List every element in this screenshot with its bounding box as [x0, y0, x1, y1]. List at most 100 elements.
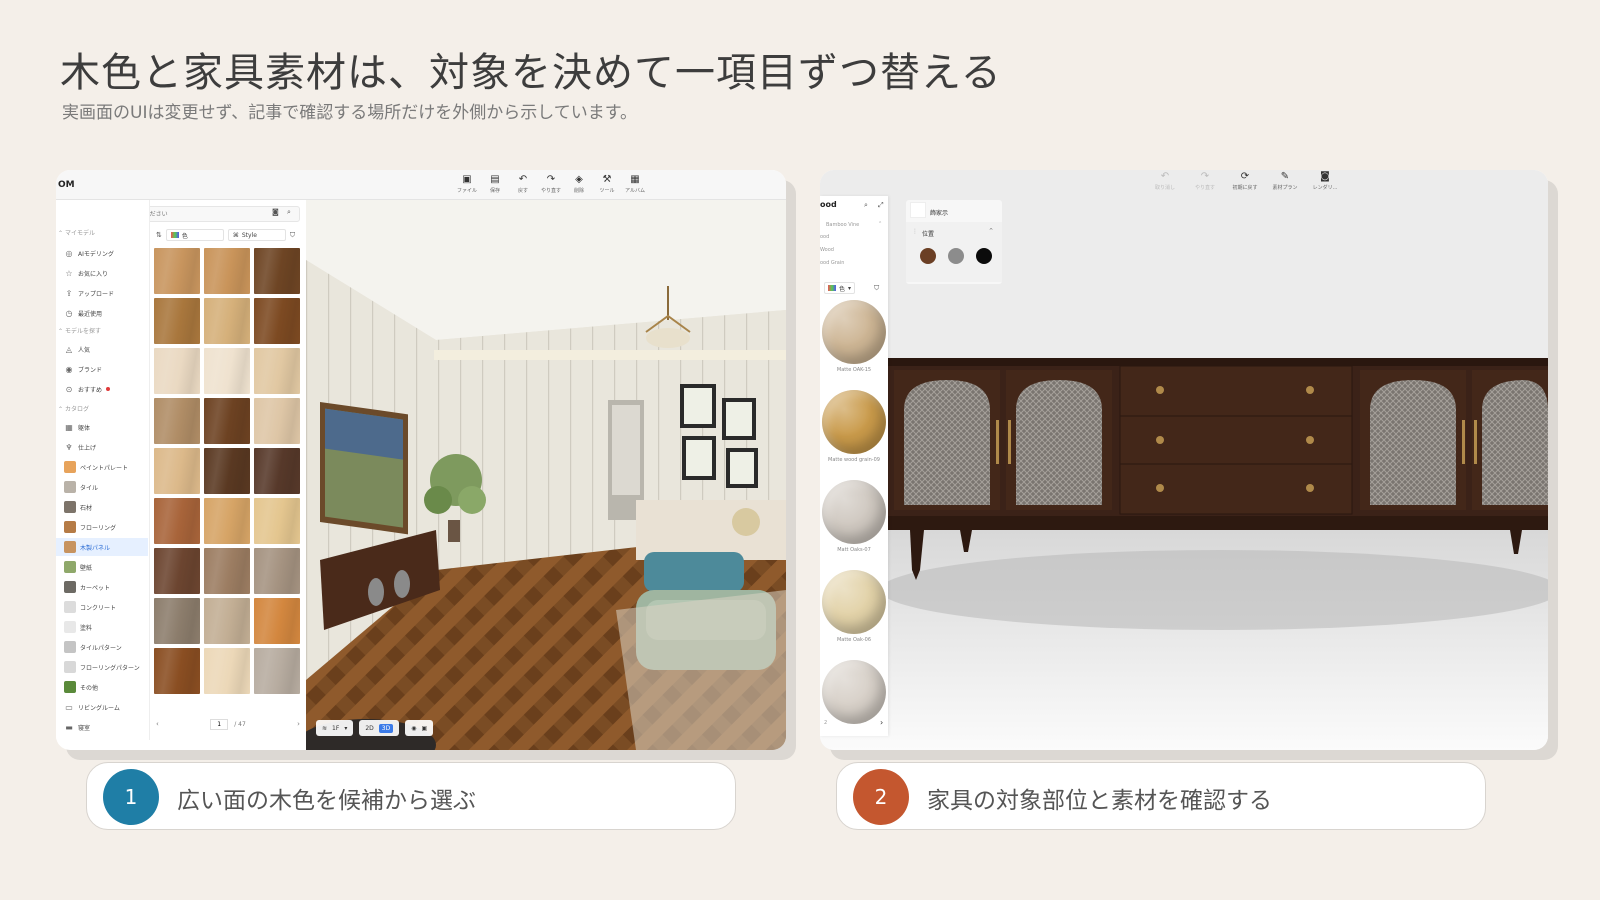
floor-selector[interactable]: ≋ 1F ▾	[316, 720, 354, 736]
wood-swatch[interactable]	[204, 298, 250, 344]
category-wood-grain[interactable]: ood Grain	[820, 260, 844, 266]
sidebar-item-catalog_items-15[interactable]: ▬ 寝室	[56, 718, 148, 736]
wood-swatch[interactable]	[154, 598, 200, 644]
file-button[interactable]: ▣ ファイル	[456, 173, 478, 194]
sidebar-item-my_model_items-0[interactable]: ◎ AIモデリング	[56, 244, 148, 262]
sidebar-item-catalog_items-0[interactable]: ▦ 躯体	[56, 418, 148, 436]
view-mode-toggle[interactable]: 2D 3D	[359, 720, 400, 736]
wood-swatch[interactable]	[254, 298, 300, 344]
save-button[interactable]: ▤ 保存	[484, 173, 506, 194]
sidebar-item-catalog_items-8[interactable]: カーペット	[56, 578, 148, 596]
undo-button[interactable]: ↶ 取り消し	[1150, 170, 1180, 191]
display-options[interactable]: ◉ ▣	[405, 720, 434, 736]
wood-swatch[interactable]	[154, 348, 200, 394]
wood-swatch[interactable]	[154, 298, 200, 344]
eraser-button[interactable]: ◈ 削除	[568, 173, 590, 194]
material-card[interactable]: Matte Oak-06	[822, 570, 886, 643]
undo-button[interactable]: ↶ 戻す	[512, 173, 534, 194]
wrench-button[interactable]: ⚒ ツール	[596, 173, 618, 194]
sidebar-item-catalog_items-7[interactable]: 壁紙	[56, 558, 148, 576]
sidebar-item-catalog_items-14[interactable]: ▭ リビングルーム	[56, 698, 148, 716]
sidebar-item-catalog_items-10[interactable]: 塗料	[56, 618, 148, 636]
wood-swatch[interactable]	[154, 498, 200, 544]
filter-icon[interactable]: ⛉	[874, 284, 879, 293]
next-page-icon[interactable]: ›	[880, 718, 883, 727]
mode-2d[interactable]: 2D	[365, 725, 373, 732]
wood-swatch[interactable]	[204, 498, 250, 544]
funnel-icon[interactable]: ⛉	[290, 231, 295, 240]
sidebar-item-catalog_items-6[interactable]: 木製パネル	[56, 538, 148, 556]
wood-swatch[interactable]	[254, 548, 300, 594]
sidebar-item-catalog_items-13[interactable]: その他	[56, 678, 148, 696]
style-filter[interactable]: ⌘ Style	[227, 229, 286, 241]
copy-icon[interactable]: ▣	[421, 725, 427, 732]
wood-swatch[interactable]	[254, 648, 300, 694]
wood-swatch[interactable]	[204, 548, 250, 594]
category-wood-2[interactable]: Wood	[820, 247, 834, 253]
wood-swatch[interactable]	[254, 248, 300, 294]
album-button[interactable]: ▦ アルバム	[624, 173, 646, 194]
material-card[interactable]: Matte OAK-15	[822, 300, 886, 373]
wood-swatch[interactable]	[254, 348, 300, 394]
sidebar-item-find_items-2[interactable]: ⊙ おすすめ	[56, 380, 148, 398]
prev-page-icon[interactable]: ‹	[156, 720, 159, 728]
search-icon[interactable]: ⌕	[864, 201, 868, 210]
sidebar-item-find_items-0[interactable]: ◬ 人気	[56, 340, 148, 358]
camera-icon[interactable]: ◙	[272, 208, 279, 216]
expand-icon[interactable]: ⤢	[878, 201, 884, 210]
category-wood-1[interactable]: ood	[820, 234, 829, 240]
wood-swatch[interactable]	[204, 598, 250, 644]
room-3d-viewport[interactable]: ≋ 1F ▾ 2D 3D ◉ ▣	[306, 200, 786, 750]
brush-button[interactable]: ✎ 素材プラン	[1270, 170, 1300, 191]
sidebar-item-catalog_items-1[interactable]: ♆ 仕上げ	[56, 438, 148, 456]
material-card[interactable]	[822, 660, 886, 727]
reset-button[interactable]: ⟳ 初期に戻す	[1230, 170, 1260, 191]
wood-swatch[interactable]	[154, 248, 200, 294]
wood-swatch[interactable]	[254, 498, 300, 544]
wood-swatch[interactable]	[204, 398, 250, 444]
wood-swatch[interactable]	[254, 598, 300, 644]
sidebar-item-catalog_items-11[interactable]: タイルパターン	[56, 638, 148, 656]
wood-swatch[interactable]	[154, 448, 200, 494]
wood-swatch[interactable]	[204, 348, 250, 394]
color-filter[interactable]: 色	[165, 229, 224, 241]
sidebar-item-catalog_items-3[interactable]: タイル	[56, 478, 148, 496]
mode-3d[interactable]: 3D	[378, 723, 394, 733]
sidebar-item-my_model_items-3[interactable]: ◷ 最近使用	[56, 304, 148, 322]
page-input[interactable]	[210, 718, 229, 730]
chevron-up-icon[interactable]: ⌃	[878, 221, 882, 227]
sort-icon[interactable]: ⇅	[156, 231, 162, 239]
sidebar-item-my_model_items-2[interactable]: ⇪ アップロード	[56, 284, 148, 302]
wood-swatch[interactable]	[154, 648, 200, 694]
section-catalog[interactable]: ⌃ カタログ	[58, 404, 89, 413]
next-page-icon[interactable]: ›	[297, 720, 300, 728]
category-bamboo-vine[interactable]: Bamboo Vine	[826, 222, 859, 228]
sidebar-item-catalog_items-9[interactable]: コンクリート	[56, 598, 148, 616]
wood-swatch[interactable]	[254, 448, 300, 494]
material-card[interactable]: Matte wood grain-09	[822, 390, 886, 463]
chevron-up-icon[interactable]: ⌃	[988, 227, 994, 235]
wood-swatch[interactable]	[154, 548, 200, 594]
wood-swatch[interactable]	[154, 398, 200, 444]
color-option[interactable]	[920, 248, 936, 264]
material-card[interactable]: Matt Oaks-07	[822, 480, 886, 553]
wood-swatch[interactable]	[204, 648, 250, 694]
wood-swatch[interactable]	[254, 398, 300, 444]
sidebar-item-my_model_items-1[interactable]: ☆ お気に入り	[56, 264, 148, 282]
sidebar-item-catalog_items-12[interactable]: フローリングパターン	[56, 658, 148, 676]
redo-button[interactable]: ↷ やり直す	[540, 173, 562, 194]
color-option[interactable]	[948, 248, 964, 264]
wood-swatch[interactable]	[204, 248, 250, 294]
search-icon[interactable]: ⌕	[287, 208, 291, 217]
section-find-models[interactable]: ⌃ モデルを探す	[58, 326, 101, 335]
sidebar-item-catalog_items-2[interactable]: ペイントパレート	[56, 458, 148, 476]
sidebar-item-find_items-1[interactable]: ◉ ブランド	[56, 360, 148, 378]
camera-button[interactable]: ◙ レンダリ...	[1310, 170, 1340, 191]
eye-icon[interactable]: ◉	[411, 725, 416, 732]
wood-swatch[interactable]	[204, 448, 250, 494]
sidebar-item-catalog_items-5[interactable]: フローリング	[56, 518, 148, 536]
color-option[interactable]	[976, 248, 992, 264]
redo-button[interactable]: ↷ やり直す	[1190, 170, 1220, 191]
color-filter[interactable]: 色 ▾	[824, 282, 856, 294]
section-my-models[interactable]: ⌃ マイモデル	[58, 228, 95, 237]
